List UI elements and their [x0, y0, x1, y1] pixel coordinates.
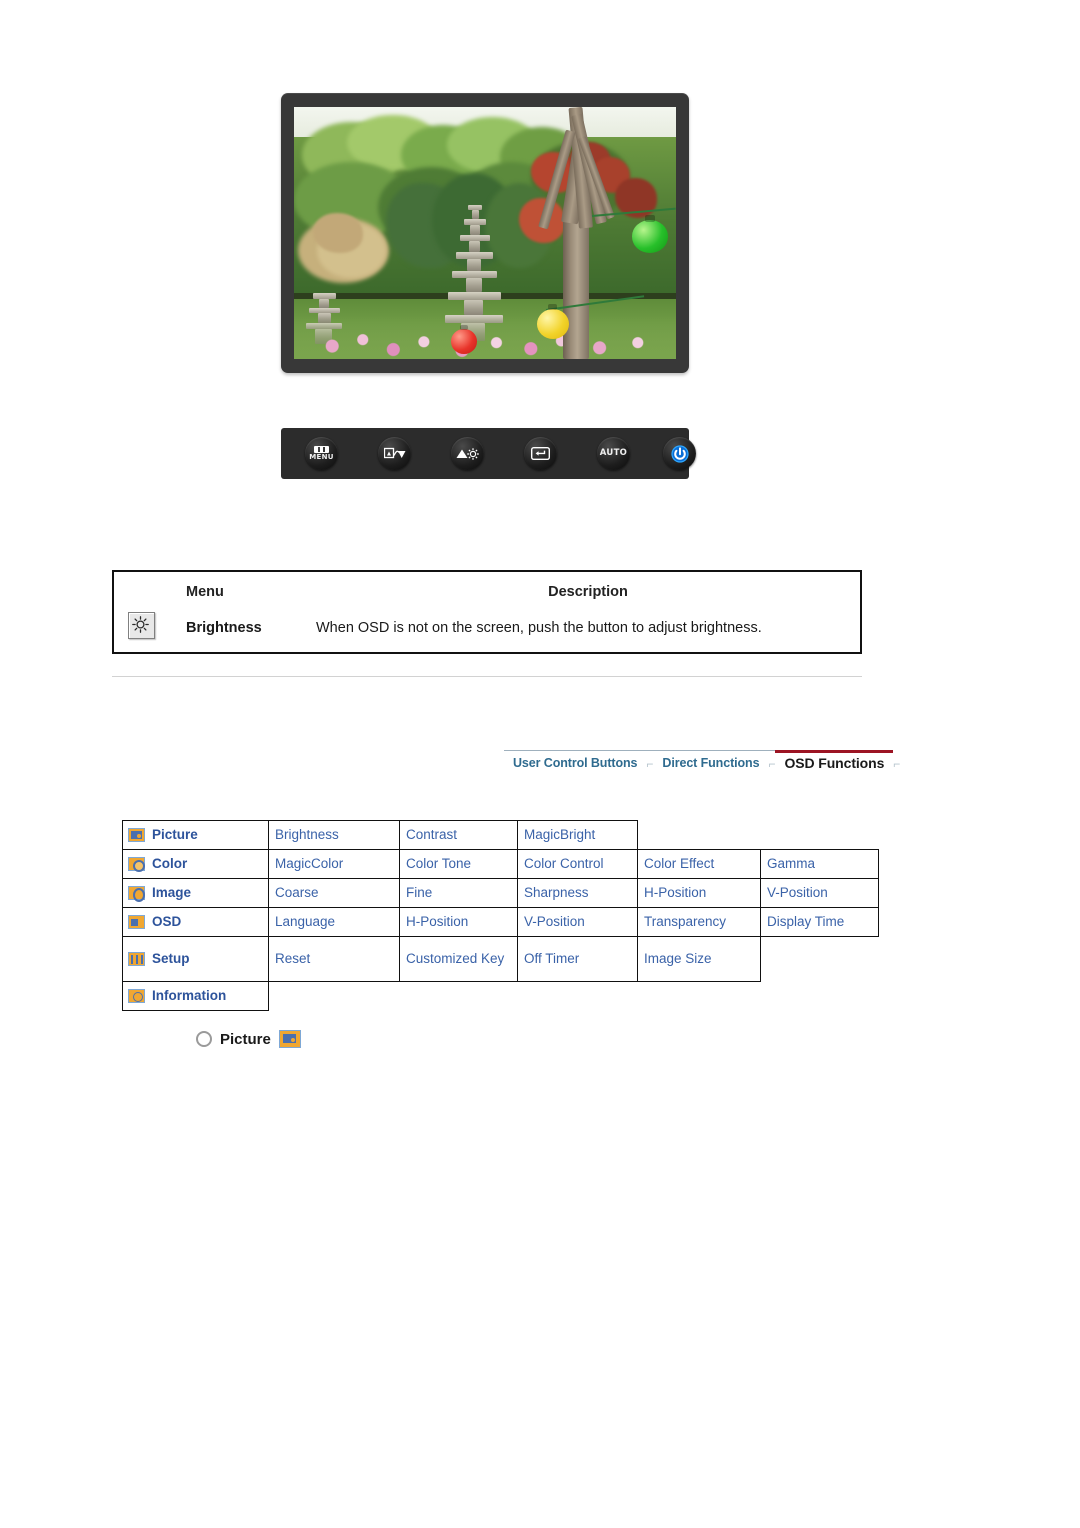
osd-category-label: Picture: [152, 827, 198, 843]
ring-bullet-icon: [196, 1031, 212, 1047]
menu-description-brightness: When OSD is not on the screen, push the …: [316, 620, 762, 636]
osd-item-sharpness[interactable]: Sharpness: [517, 878, 638, 908]
osd-item-brightness[interactable]: Brightness: [268, 820, 400, 850]
menu-button-label: MENU: [309, 453, 334, 462]
osd-category-label: Color: [152, 856, 188, 872]
section-divider: [112, 676, 862, 677]
picture-section-heading: Picture: [196, 1030, 301, 1048]
osd-item-off-timer[interactable]: Off Timer: [517, 936, 638, 982]
column-header-menu: Menu: [186, 584, 224, 600]
information-icon: [128, 988, 145, 1003]
osd-category-label: Image: [152, 885, 192, 901]
osd-item-fine[interactable]: Fine: [399, 878, 518, 908]
enter-icon: [531, 447, 550, 460]
osd-item-h-position[interactable]: H-Position: [637, 878, 761, 908]
brightness-up-icon: [456, 447, 479, 460]
monitor-screen: [294, 107, 676, 359]
osd-category-picture[interactable]: Picture: [122, 820, 269, 850]
power-button[interactable]: [663, 437, 696, 470]
table-row: Brightness When OSD is not on the screen…: [114, 612, 860, 644]
osd-empty-cell: [638, 821, 879, 850]
monitor-control-button-strip: MENU AUTO: [281, 428, 696, 479]
osd-item-display-time[interactable]: Display Time: [760, 907, 879, 937]
menu-name-brightness: Brightness: [186, 620, 262, 636]
power-icon: [670, 444, 689, 463]
brightness-icon-cell: [114, 612, 168, 644]
table-header-row: Menu Description: [114, 572, 860, 612]
osd-item-language[interactable]: Language: [268, 907, 400, 937]
page-title: Picture: [220, 1030, 271, 1048]
source-down-button[interactable]: [378, 437, 411, 470]
osd-item-magicbright[interactable]: MagicBright: [517, 820, 638, 850]
auto-button-label: AUTO: [599, 448, 628, 459]
osd-row-osd: OSD Language H-Position V-Position Trans…: [122, 907, 879, 937]
osd-item-h-position[interactable]: H-Position: [399, 907, 518, 937]
osd-row-setup: Setup Reset Customized Key Off Timer Ima…: [122, 936, 879, 982]
brightness-up-button[interactable]: [451, 437, 484, 470]
osd-item-v-position[interactable]: V-Position: [517, 907, 638, 937]
osd-empty-cell: [761, 937, 879, 982]
osd-category-image[interactable]: Image: [122, 878, 269, 908]
osd-item-color-control[interactable]: Color Control: [517, 849, 638, 879]
function-tab-bar: User Control Buttons ⌐ Direct Functions …: [504, 750, 900, 778]
osd-category-osd[interactable]: OSD: [122, 907, 269, 937]
tab-separator: ⌐: [768, 757, 776, 771]
enter-button[interactable]: [524, 437, 557, 470]
osd-category-setup[interactable]: Setup: [122, 936, 269, 982]
menu-description-table: Menu Description Brightness When OSD is …: [114, 572, 860, 644]
osd-category-label: OSD: [152, 914, 182, 930]
osd-row-image: Image Coarse Fine Sharpness H-Position V…: [122, 878, 879, 908]
tab-separator: ⌐: [893, 757, 901, 771]
osd-item-color-tone[interactable]: Color Tone: [399, 849, 518, 879]
osd-item-reset[interactable]: Reset: [268, 936, 400, 982]
osd-category-label: Setup: [152, 951, 190, 967]
osd-item-contrast[interactable]: Contrast: [399, 820, 518, 850]
osd-empty-cell: [269, 982, 879, 1011]
brightness-icon: [127, 612, 155, 639]
picture-icon: [128, 827, 145, 842]
osd-row-color: Color MagicColor Color Tone Color Contro…: [122, 849, 879, 879]
tab-separator: ⌐: [646, 757, 654, 771]
menu-button[interactable]: MENU: [305, 437, 338, 470]
setup-icon: [128, 951, 145, 966]
tab-osd-functions[interactable]: OSD Functions: [775, 750, 894, 771]
osd-menu-matrix: Picture Brightness Contrast MagicBright …: [122, 820, 879, 1011]
tab-user-control-buttons[interactable]: User Control Buttons: [504, 750, 646, 770]
osd-item-transparency[interactable]: Transparency: [637, 907, 761, 937]
picture-icon: [278, 1030, 301, 1048]
tab-direct-functions[interactable]: Direct Functions: [653, 750, 768, 770]
osd-item-image-size[interactable]: Image Size: [637, 936, 761, 982]
osd-item-coarse[interactable]: Coarse: [268, 878, 400, 908]
source-down-icon: [383, 447, 405, 459]
osd-category-color[interactable]: Color: [122, 849, 269, 879]
auto-button[interactable]: AUTO: [597, 437, 630, 470]
monitor-illustration: [281, 93, 689, 373]
osd-row-information: Information: [122, 981, 879, 1011]
garden-photo: [294, 107, 676, 359]
osd-row-picture: Picture Brightness Contrast MagicBright: [122, 820, 879, 850]
osd-item-customized-key[interactable]: Customized Key: [399, 936, 518, 982]
osd-category-label: Information: [152, 988, 227, 1004]
menu-bars-icon: [314, 445, 329, 453]
osd-icon: [128, 914, 145, 929]
osd-item-gamma[interactable]: Gamma: [760, 849, 879, 879]
column-header-description: Description: [548, 584, 628, 600]
color-icon: [128, 856, 145, 872]
menu-description-panel: Menu Description Brightness When OSD is …: [112, 570, 862, 654]
osd-item-v-position[interactable]: V-Position: [760, 878, 879, 908]
image-icon: [128, 885, 145, 902]
osd-item-magiccolor[interactable]: MagicColor: [268, 849, 400, 879]
osd-category-information[interactable]: Information: [122, 981, 269, 1011]
osd-item-color-effect[interactable]: Color Effect: [637, 849, 761, 879]
